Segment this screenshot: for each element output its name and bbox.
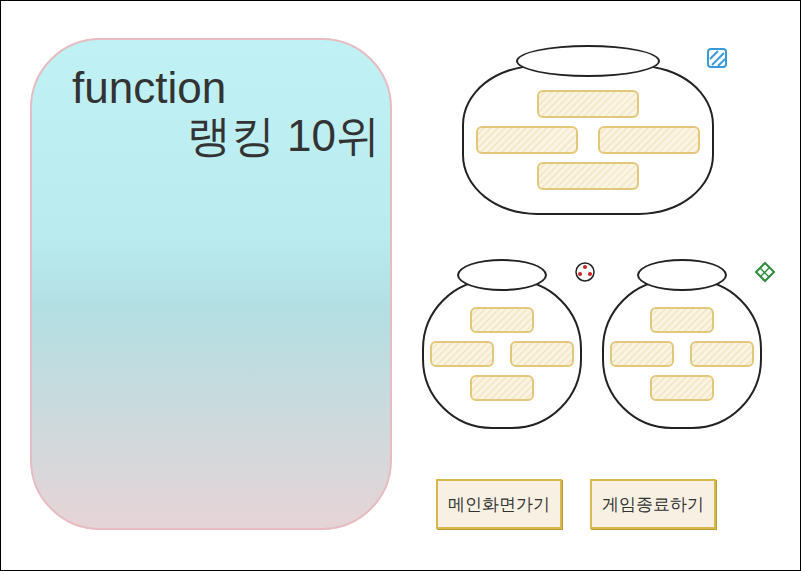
menu-button[interactable]: 메인화면가기 bbox=[436, 479, 562, 529]
ranking-subtitle: 랭킹 10위 bbox=[187, 112, 380, 160]
bag-knot bbox=[457, 259, 547, 291]
ranking-panel: function랭킹 10위 bbox=[30, 38, 392, 530]
bag-body bbox=[462, 65, 714, 215]
item-slot[interactable] bbox=[537, 162, 639, 190]
bag bbox=[602, 259, 762, 429]
bag-knot bbox=[637, 259, 727, 291]
item-slot[interactable] bbox=[610, 341, 674, 367]
item-slot[interactable] bbox=[470, 307, 534, 333]
bag-body bbox=[422, 279, 582, 429]
item-slot[interactable] bbox=[510, 341, 574, 367]
item-slot[interactable] bbox=[470, 375, 534, 401]
bag-body bbox=[602, 279, 762, 429]
item-slot[interactable] bbox=[650, 307, 714, 333]
dotted-circle-icon bbox=[574, 261, 596, 283]
bag-knot bbox=[516, 45, 660, 77]
item-slot[interactable] bbox=[430, 341, 494, 367]
item-slot[interactable] bbox=[690, 341, 754, 367]
item-slot[interactable] bbox=[537, 90, 639, 118]
bag bbox=[422, 259, 582, 429]
bag bbox=[462, 45, 714, 215]
item-slot[interactable] bbox=[598, 126, 700, 154]
ranking-title: function bbox=[72, 64, 380, 112]
ranking-screen: function랭킹 10위메인화면가기 게임종료하기 bbox=[0, 0, 801, 571]
item-slot[interactable] bbox=[650, 375, 714, 401]
diamond-icon bbox=[754, 261, 776, 283]
item-slot[interactable] bbox=[476, 126, 578, 154]
striped-square-icon bbox=[706, 47, 728, 69]
menu-button[interactable]: 게임종료하기 bbox=[590, 479, 716, 529]
